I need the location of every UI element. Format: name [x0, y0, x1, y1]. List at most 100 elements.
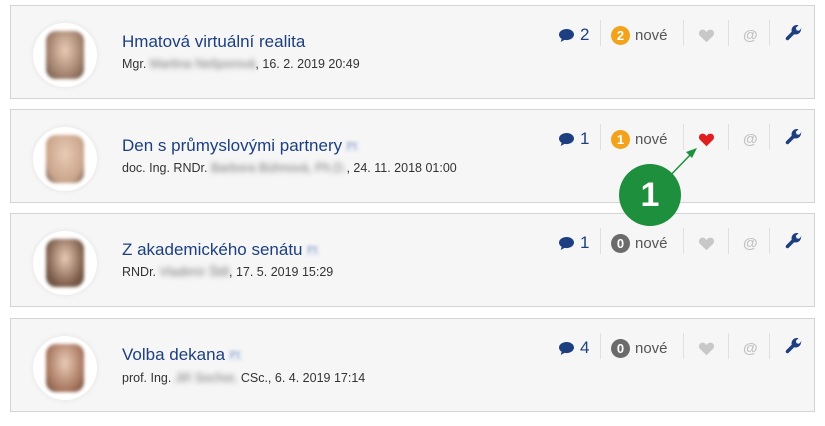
post-card: Volba dekana PI prof. Ing. Jiří Sochor, CS… — [10, 318, 815, 412]
post-meta: RNDr. Vladimír Štill, 17. 5. 2019 15:29 — [122, 265, 333, 279]
post-title: Volba dekana — [122, 345, 226, 364]
divider — [769, 228, 770, 254]
new-label: nové — [635, 339, 668, 357]
heart-icon — [698, 132, 715, 147]
post-title: Z akademického senátu — [122, 240, 303, 259]
post-tag-badge: PI — [345, 141, 359, 153]
mention-button[interactable]: @ — [743, 128, 758, 150]
wrench-icon — [785, 232, 803, 250]
author-title: doc. Ing. RNDr. — [122, 161, 208, 175]
avatar-photo — [46, 135, 84, 183]
divider — [769, 20, 770, 46]
annotation-number: 1 — [640, 175, 660, 214]
post-title: Den s průmyslovými partnery — [122, 136, 343, 155]
author-name: Jiří Sochor, — [174, 371, 238, 385]
divider — [728, 228, 729, 254]
post-title-link[interactable]: Hmatová virtuální realita — [122, 32, 305, 52]
comments-count: 1 — [580, 129, 590, 148]
settings-button[interactable] — [785, 230, 803, 252]
comments-button[interactable]: 1 — [558, 128, 589, 150]
divider — [600, 124, 601, 150]
new-posts-button[interactable]: 1 nové — [611, 128, 668, 150]
author-name: Barbora Bühnová, Ph.D. — [210, 161, 347, 175]
post-date: 17. 5. 2019 15:29 — [235, 265, 334, 279]
divider — [728, 333, 729, 359]
post-title-link[interactable]: Volba dekana PI — [122, 345, 242, 365]
annotation-marker: 1 — [619, 164, 681, 226]
post-title-link[interactable]: Z akademického senátu PI — [122, 240, 319, 260]
post-card: Den s průmyslovými partnery PI doc. Ing. R… — [10, 109, 815, 203]
author-avatar — [33, 336, 97, 400]
author-suffix: CSc., — [237, 371, 272, 385]
post-tag-badge: PI — [228, 350, 242, 362]
author-title: prof. Ing. — [122, 371, 172, 385]
author-title: Mgr. — [122, 57, 147, 71]
new-count-badge: 2 — [611, 25, 630, 45]
speech-bubble-icon — [558, 132, 575, 147]
new-posts-button[interactable]: 2 nové — [611, 24, 668, 46]
new-count-badge: 0 — [611, 233, 630, 253]
comments-count: 4 — [580, 338, 590, 357]
divider — [600, 228, 601, 254]
wrench-icon — [785, 128, 803, 146]
divider — [769, 124, 770, 150]
author-avatar — [33, 127, 97, 191]
comments-button[interactable]: 4 — [558, 337, 589, 359]
heart-icon — [698, 28, 715, 43]
author-title: RNDr. — [122, 265, 157, 279]
comments-button[interactable]: 1 — [558, 232, 589, 254]
post-date: 6. 4. 2019 17:14 — [274, 371, 366, 385]
divider — [728, 124, 729, 150]
post-meta: Mgr. Martina Nešporová, 16. 2. 2019 20:4… — [122, 57, 360, 71]
avatar-photo — [46, 31, 84, 79]
author-suffix: , — [346, 161, 350, 175]
settings-button[interactable] — [785, 126, 803, 148]
settings-button[interactable] — [785, 335, 803, 357]
mention-button[interactable]: @ — [743, 232, 758, 254]
at-sign-icon: @ — [743, 26, 758, 44]
settings-button[interactable] — [785, 22, 803, 44]
wrench-icon — [785, 337, 803, 355]
heart-icon — [698, 236, 715, 251]
divider — [600, 333, 601, 359]
post-card: Hmatová virtuální realita Mgr. Martina Ne… — [10, 5, 815, 99]
divider — [683, 20, 684, 46]
divider — [600, 20, 601, 46]
comments-count: 1 — [580, 233, 590, 252]
new-count-badge: 1 — [611, 129, 630, 149]
comments-button[interactable]: 2 — [558, 24, 589, 46]
new-posts-button[interactable]: 0 nové — [611, 337, 668, 359]
author-avatar — [33, 231, 97, 295]
avatar-photo — [46, 239, 84, 287]
post-title-link[interactable]: Den s průmyslovými partnery PI — [122, 136, 359, 156]
like-button[interactable] — [698, 128, 715, 150]
divider — [683, 228, 684, 254]
post-meta: doc. Ing. RNDr. Barbora Bühnová, Ph.D., … — [122, 161, 457, 175]
post-date: 24. 11. 2018 01:00 — [353, 161, 457, 175]
like-button[interactable] — [698, 337, 715, 359]
author-name: Martina Nešporová — [149, 57, 256, 71]
post-title: Hmatová virtuální realita — [122, 32, 306, 51]
like-button[interactable] — [698, 232, 715, 254]
heart-icon — [698, 341, 715, 356]
new-label: nové — [635, 234, 668, 252]
at-sign-icon: @ — [743, 234, 758, 252]
post-meta: prof. Ing. Jiří Sochor, CSc., 6. 4. 2019… — [122, 371, 365, 385]
divider — [683, 333, 684, 359]
at-sign-icon: @ — [743, 339, 758, 357]
divider — [683, 124, 684, 150]
author-suffix: , — [255, 57, 259, 71]
wrench-icon — [785, 24, 803, 42]
author-suffix: , — [228, 265, 233, 279]
divider — [728, 20, 729, 46]
speech-bubble-icon — [558, 28, 575, 43]
new-label: nové — [635, 130, 668, 148]
new-count-badge: 0 — [611, 338, 630, 358]
divider — [769, 333, 770, 359]
new-label: nové — [635, 26, 668, 44]
mention-button[interactable]: @ — [743, 24, 758, 46]
mention-button[interactable]: @ — [743, 337, 758, 359]
post-date: 16. 2. 2019 20:49 — [262, 57, 360, 71]
new-posts-button[interactable]: 0 nové — [611, 232, 668, 254]
like-button[interactable] — [698, 24, 715, 46]
